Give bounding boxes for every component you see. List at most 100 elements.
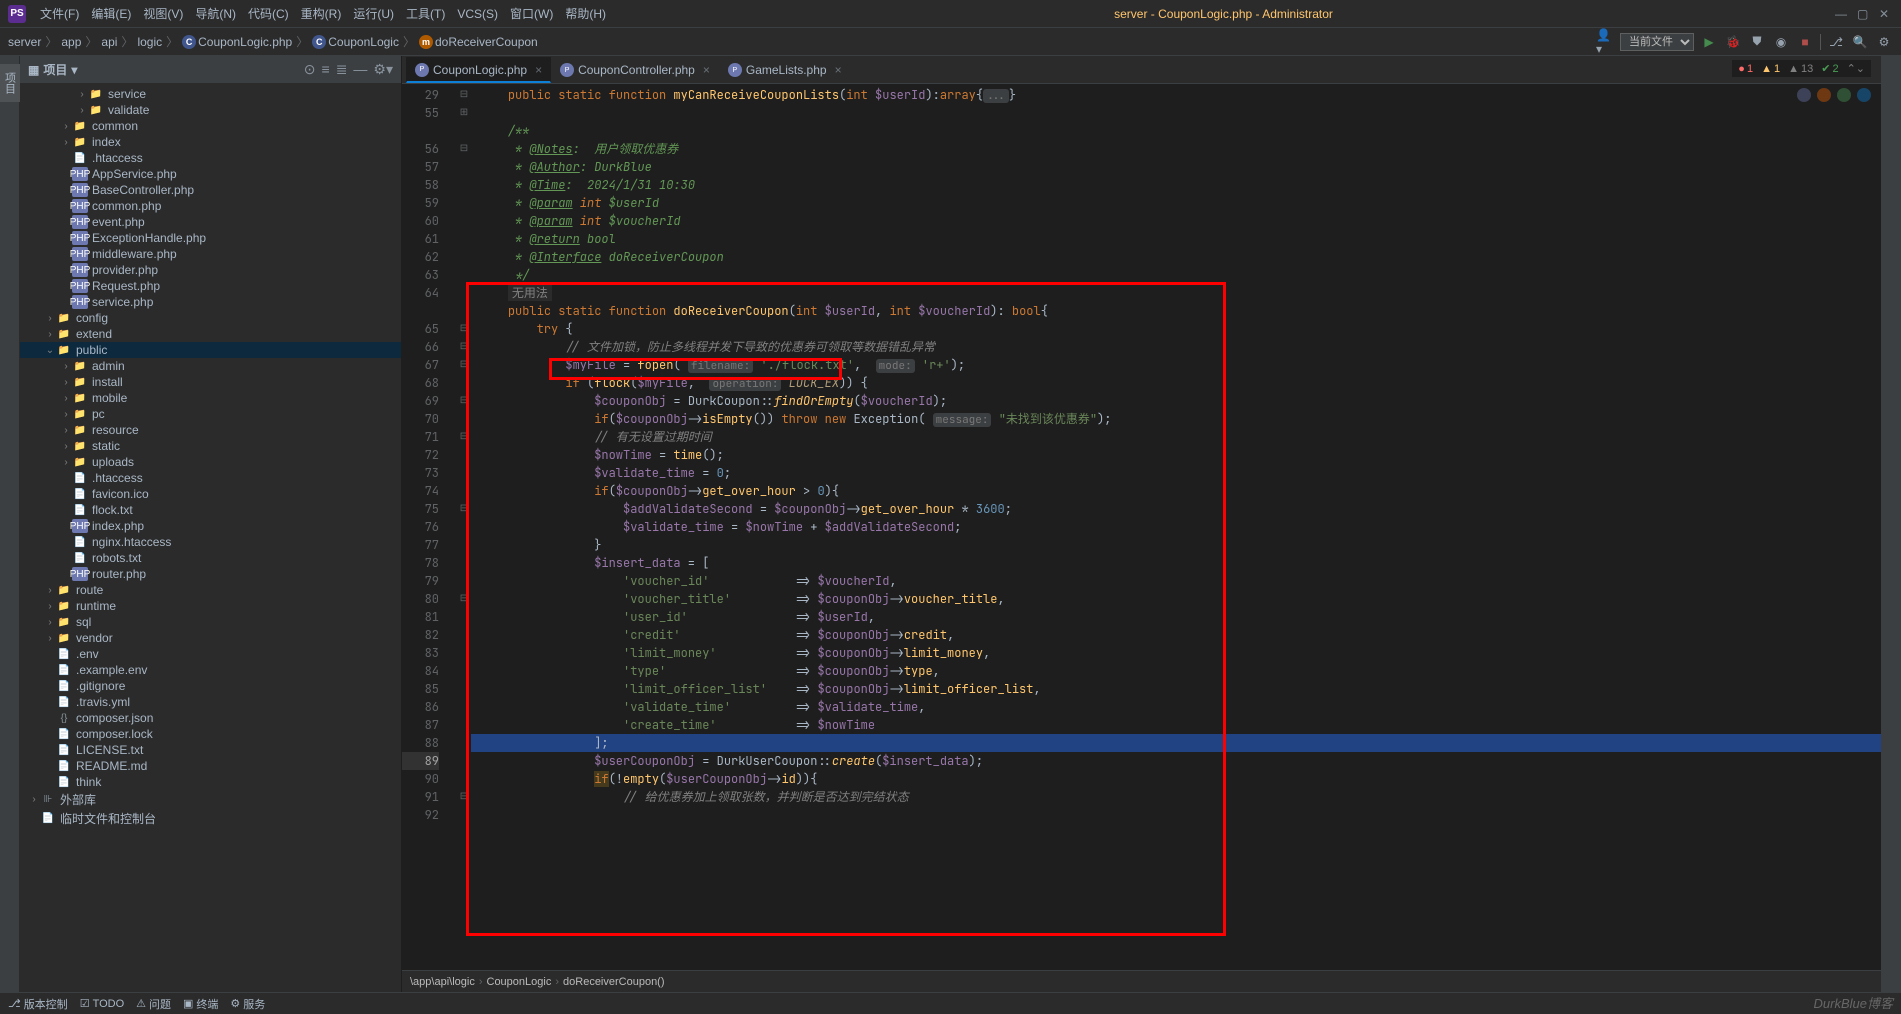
debug-icon[interactable]: 🐞 bbox=[1724, 33, 1742, 51]
close-tab-icon[interactable]: × bbox=[703, 63, 710, 77]
tree-item[interactable]: 📄.example.env bbox=[20, 662, 401, 678]
tree-arrow-icon[interactable]: › bbox=[60, 441, 72, 452]
tree-item[interactable]: ›📁config bbox=[20, 310, 401, 326]
breadcrumb-item[interactable]: api bbox=[101, 35, 117, 49]
statusbar-item[interactable]: ▣ 终端 bbox=[183, 996, 218, 1012]
maximize-icon[interactable]: ▢ bbox=[1857, 7, 1871, 21]
tree-item[interactable]: 📄.env bbox=[20, 646, 401, 662]
tree-arrow-icon[interactable]: › bbox=[76, 105, 88, 116]
tree-item[interactable]: 📄favicon.ico bbox=[20, 486, 401, 502]
settings-icon[interactable]: ⚙ bbox=[1875, 33, 1893, 51]
tree-item[interactable]: ›📁admin bbox=[20, 358, 401, 374]
run-icon[interactable]: ▶ bbox=[1700, 33, 1718, 51]
fold-column[interactable]: ⊟⊞⊟⊟⊟⊟⊟⊟⊟⊟⊟ bbox=[457, 84, 471, 970]
breadcrumb-item[interactable]: server bbox=[8, 35, 41, 49]
menu-item[interactable]: 编辑(E) bbox=[85, 7, 137, 21]
breadcrumb-item[interactable]: logic bbox=[137, 35, 162, 49]
project-tool-tab[interactable]: 项目 bbox=[0, 64, 20, 102]
breadcrumb-item[interactable]: app bbox=[61, 35, 81, 49]
hide-icon[interactable]: — bbox=[353, 61, 367, 78]
menu-item[interactable]: 帮助(H) bbox=[559, 7, 612, 21]
tree-item[interactable]: PHPprovider.php bbox=[20, 262, 401, 278]
tree-item[interactable]: ›📁static bbox=[20, 438, 401, 454]
tree-arrow-icon[interactable]: › bbox=[76, 89, 88, 100]
tree-item[interactable]: PHPmiddleware.php bbox=[20, 246, 401, 262]
run-config-select[interactable]: 当前文件 bbox=[1620, 33, 1694, 51]
close-tab-icon[interactable]: × bbox=[535, 63, 542, 77]
tree-item[interactable]: ›📁resource bbox=[20, 422, 401, 438]
tree-arrow-icon[interactable]: › bbox=[60, 457, 72, 468]
tree-item[interactable]: PHPevent.php bbox=[20, 214, 401, 230]
select-opened-icon[interactable]: ⊙ bbox=[304, 61, 316, 78]
editor-tab[interactable]: PCouponController.php× bbox=[551, 57, 719, 83]
tree-item[interactable]: ›⊪外部库 bbox=[20, 790, 401, 809]
inspections-widget[interactable]: ●1 ▲1 ▲13 ✔2 ⌃⌄ bbox=[1732, 60, 1871, 77]
collapse-all-icon[interactable]: ≣ bbox=[336, 61, 348, 78]
tree-item[interactable]: ›📁runtime bbox=[20, 598, 401, 614]
tree-item[interactable]: ›📁service bbox=[20, 86, 401, 102]
tree-item[interactable]: 📄.htaccess bbox=[20, 470, 401, 486]
tree-item[interactable]: ⌄📁public bbox=[20, 342, 401, 358]
tree-item[interactable]: ›📁sql bbox=[20, 614, 401, 630]
menu-item[interactable]: 重构(R) bbox=[295, 7, 348, 21]
tree-item[interactable]: PHPBaseController.php bbox=[20, 182, 401, 198]
menu-item[interactable]: 窗口(W) bbox=[504, 7, 559, 21]
user-icon[interactable]: 👤▾ bbox=[1596, 33, 1614, 51]
tree-item[interactable]: 📄README.md bbox=[20, 758, 401, 774]
menu-item[interactable]: 代码(C) bbox=[242, 7, 295, 21]
tree-item[interactable]: 📄robots.txt bbox=[20, 550, 401, 566]
menu-item[interactable]: 工具(T) bbox=[400, 7, 451, 21]
git-icon[interactable]: ⎇ bbox=[1827, 33, 1845, 51]
tree-arrow-icon[interactable]: › bbox=[44, 313, 56, 324]
tree-item[interactable]: ›📁pc bbox=[20, 406, 401, 422]
tree-arrow-icon[interactable]: › bbox=[60, 121, 72, 132]
tree-arrow-icon[interactable]: › bbox=[60, 425, 72, 436]
line-gutter[interactable]: 2955565758596061626364656667686970717273… bbox=[402, 84, 457, 970]
project-tree[interactable]: ›📁service›📁validate›📁common›📁index📄.htac… bbox=[20, 84, 401, 992]
editor-tab[interactable]: PCouponLogic.php× bbox=[406, 57, 551, 83]
tree-item[interactable]: PHPindex.php bbox=[20, 518, 401, 534]
menu-item[interactable]: VCS(S) bbox=[451, 7, 504, 21]
tree-item[interactable]: 📄.htaccess bbox=[20, 150, 401, 166]
tree-item[interactable]: ›📁vendor bbox=[20, 630, 401, 646]
tree-item[interactable]: 📄flock.txt bbox=[20, 502, 401, 518]
statusbar-item[interactable]: ⚠ 问题 bbox=[136, 996, 171, 1012]
tree-arrow-icon[interactable]: › bbox=[60, 393, 72, 404]
tree-arrow-icon[interactable]: › bbox=[44, 617, 56, 628]
tree-item[interactable]: ›📁install bbox=[20, 374, 401, 390]
tree-item[interactable]: 📄.gitignore bbox=[20, 678, 401, 694]
tree-item[interactable]: ›📁extend bbox=[20, 326, 401, 342]
tree-item[interactable]: ›📁index bbox=[20, 134, 401, 150]
menu-item[interactable]: 文件(F) bbox=[34, 7, 85, 21]
tree-arrow-icon[interactable]: › bbox=[28, 794, 40, 805]
tree-arrow-icon[interactable]: › bbox=[44, 329, 56, 340]
stop-icon[interactable]: ■ bbox=[1796, 33, 1814, 51]
minimize-icon[interactable]: — bbox=[1835, 7, 1849, 21]
tree-item[interactable]: ›📁route bbox=[20, 582, 401, 598]
tree-arrow-icon[interactable]: › bbox=[44, 601, 56, 612]
tree-item[interactable]: PHProuter.php bbox=[20, 566, 401, 582]
code-content[interactable]: public static function myCanReceiveCoupo… bbox=[471, 84, 1881, 970]
menu-item[interactable]: 导航(N) bbox=[189, 7, 242, 21]
gear-icon[interactable]: ⚙▾ bbox=[373, 61, 393, 78]
tree-item[interactable]: 📄composer.lock bbox=[20, 726, 401, 742]
tree-item[interactable]: 📄.travis.yml bbox=[20, 694, 401, 710]
tree-item[interactable]: PHPRequest.php bbox=[20, 278, 401, 294]
search-icon[interactable]: 🔍 bbox=[1851, 33, 1869, 51]
tree-item[interactable]: ›📁validate bbox=[20, 102, 401, 118]
tree-item[interactable]: PHPExceptionHandle.php bbox=[20, 230, 401, 246]
code-editor[interactable]: 2955565758596061626364656667686970717273… bbox=[402, 84, 1881, 970]
tree-arrow-icon[interactable]: › bbox=[60, 409, 72, 420]
tree-arrow-icon[interactable]: › bbox=[60, 377, 72, 388]
breadcrumb-item[interactable]: CCouponLogic bbox=[312, 35, 399, 49]
close-icon[interactable]: ✕ bbox=[1879, 7, 1893, 21]
statusbar-item[interactable]: ⎇ 版本控制 bbox=[8, 996, 68, 1012]
editor-breadcrumb[interactable]: \app\api\logic› CouponLogic› doReceiverC… bbox=[402, 970, 1881, 992]
statusbar-item[interactable]: ⚙ 服务 bbox=[230, 996, 265, 1012]
breadcrumb[interactable]: server〉app〉api〉logic〉CCouponLogic.php〉CC… bbox=[8, 33, 538, 50]
editor-tab[interactable]: PGameLists.php× bbox=[719, 57, 851, 83]
tree-arrow-icon[interactable]: › bbox=[44, 633, 56, 644]
tree-item[interactable]: PHPAppService.php bbox=[20, 166, 401, 182]
tree-item[interactable]: 📄临时文件和控制台 bbox=[20, 809, 401, 828]
tree-item[interactable]: ›📁common bbox=[20, 118, 401, 134]
